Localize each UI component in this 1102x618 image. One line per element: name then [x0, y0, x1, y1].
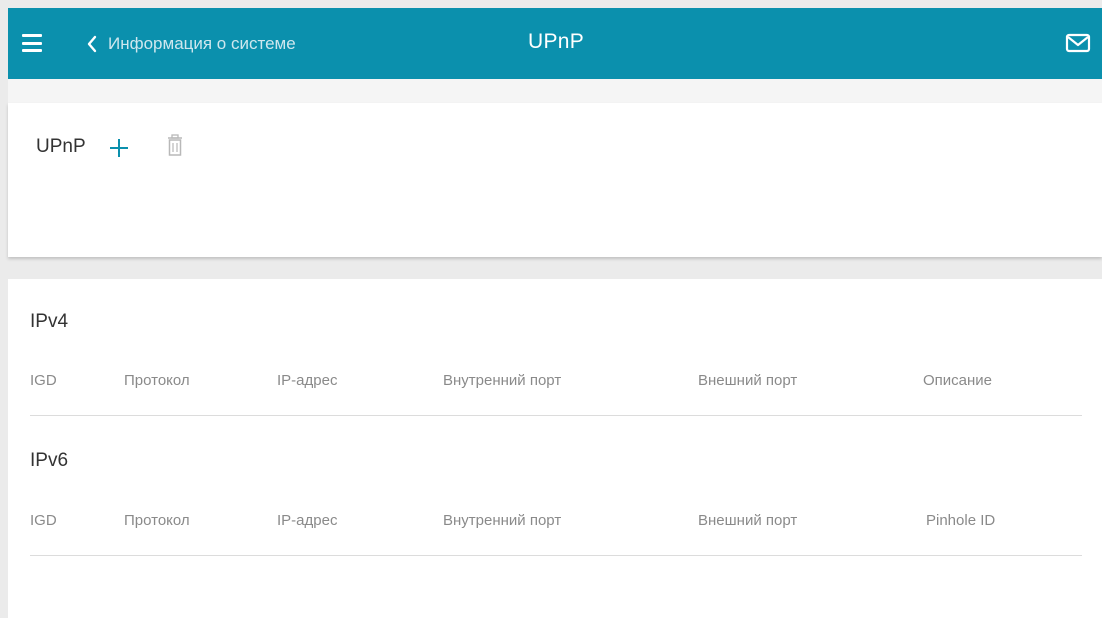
ipv6-col-igd: IGD: [30, 512, 57, 529]
top-bar: Информация о системе UPnP: [8, 8, 1102, 79]
ipv4-col-ip-address: IP-адрес: [277, 372, 338, 389]
ipv4-divider: [30, 415, 1082, 416]
upnp-tables-card: IPv4 IGD Протокол IP-адрес Внутренний по…: [8, 279, 1102, 618]
trash-icon[interactable]: [166, 133, 184, 159]
ipv4-col-external-port: Внешний порт: [698, 372, 798, 389]
ipv6-col-internal-port: Внутренний порт: [443, 512, 562, 529]
ipv6-divider: [30, 555, 1082, 556]
ipv4-col-igd: IGD: [30, 372, 57, 389]
upnp-card: UPnP: [8, 103, 1102, 257]
ipv4-col-internal-port: Внутренний порт: [443, 372, 562, 389]
plus-icon[interactable]: [107, 136, 131, 160]
upnp-section-title: UPnP: [36, 136, 86, 157]
ipv6-col-protocol: Протокол: [124, 512, 190, 529]
back-link-label: Информация о системе: [108, 34, 296, 53]
ipv6-col-ip-address: IP-адрес: [277, 512, 338, 529]
back-link[interactable]: Информация о системе: [86, 32, 296, 56]
ipv6-table-header: IGD Протокол IP-адрес Внутренний порт Вн…: [30, 512, 1082, 536]
chevron-left-icon: [87, 35, 97, 53]
ipv4-title: IPv4: [30, 311, 69, 332]
ipv4-col-protocol: Протокол: [124, 372, 190, 389]
ipv6-col-pinhole-id: Pinhole ID: [926, 512, 996, 529]
page-title: UPnP: [528, 30, 585, 53]
ipv4-col-description: Описание: [923, 372, 993, 389]
ipv6-col-external-port: Внешний порт: [698, 512, 798, 529]
header-spacer: [8, 79, 1102, 103]
ipv6-title: IPv6: [30, 450, 69, 471]
ipv4-table-header: IGD Протокол IP-адрес Внутренний порт Вн…: [30, 372, 1082, 396]
mail-icon[interactable]: [1064, 30, 1092, 56]
hamburger-menu-icon[interactable]: [22, 34, 42, 52]
